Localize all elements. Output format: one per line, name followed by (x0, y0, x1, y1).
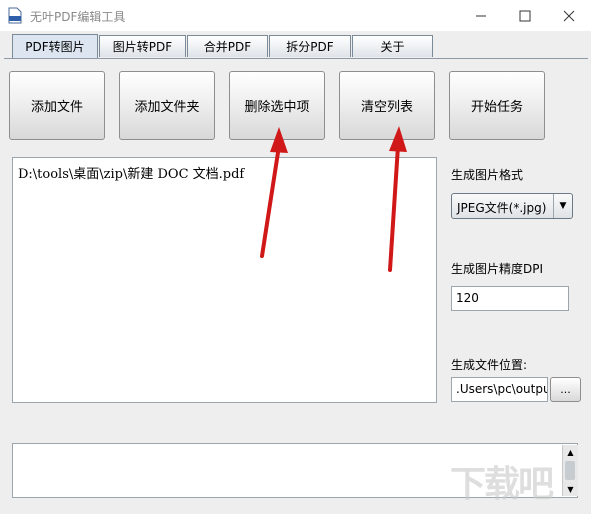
scroll-up-icon[interactable]: ▲ (563, 445, 578, 459)
tab-image-to-pdf[interactable]: 图片转PDF (99, 35, 186, 57)
add-file-button[interactable]: 添加文件 (9, 71, 105, 140)
scroll-down-icon[interactable]: ▼ (563, 482, 578, 496)
output-location-label: 生成文件位置: (451, 358, 528, 372)
format-select-value: JPEG文件(*.jpg) (457, 201, 547, 215)
app-icon (8, 7, 22, 24)
close-button[interactable] (547, 0, 591, 31)
dpi-input[interactable]: 120 (451, 286, 569, 311)
title-bar: 无叶PDF编辑工具 (0, 0, 591, 31)
tab-pdf-to-image[interactable]: PDF转图片 (12, 34, 98, 58)
tab-strip: PDF转图片 图片转PDF 合并PDF 拆分PDF 关于 (0, 31, 591, 59)
clear-list-button[interactable]: 清空列表 (339, 71, 435, 140)
tab-split-pdf[interactable]: 拆分PDF (269, 35, 351, 57)
start-task-button[interactable]: 开始任务 (449, 71, 545, 140)
scroll-thumb[interactable] (565, 461, 575, 480)
list-item[interactable]: D:\tools\桌面\zip\新建 DOC 文档.pdf (18, 163, 244, 182)
log-scrollbar[interactable]: ▲ ▼ (562, 445, 578, 496)
minimize-button[interactable] (459, 0, 503, 31)
chevron-down-icon[interactable]: ▼ (553, 194, 572, 218)
dpi-label: 生成图片精度DPI (451, 262, 544, 276)
close-icon (563, 10, 575, 21)
delete-selected-button[interactable]: 删除选中项 (229, 71, 325, 140)
add-folder-button[interactable]: 添加文件夹 (119, 71, 215, 140)
output-location-input[interactable]: .Users\pc\output (451, 377, 548, 402)
maximize-button[interactable] (503, 0, 547, 31)
format-label: 生成图片格式 (451, 168, 524, 182)
maximize-icon (519, 10, 531, 21)
browse-button[interactable]: ... (550, 377, 581, 402)
file-list[interactable]: D:\tools\桌面\zip\新建 DOC 文档.pdf (12, 157, 437, 403)
window-title: 无叶PDF编辑工具 (30, 10, 126, 24)
tab-about[interactable]: 关于 (352, 35, 433, 57)
tab-merge-pdf[interactable]: 合并PDF (187, 35, 268, 57)
watermark-logo: 下载吧 (450, 464, 554, 505)
minimize-icon (476, 15, 486, 16)
format-select[interactable]: JPEG文件(*.jpg) ▼ (451, 193, 573, 219)
